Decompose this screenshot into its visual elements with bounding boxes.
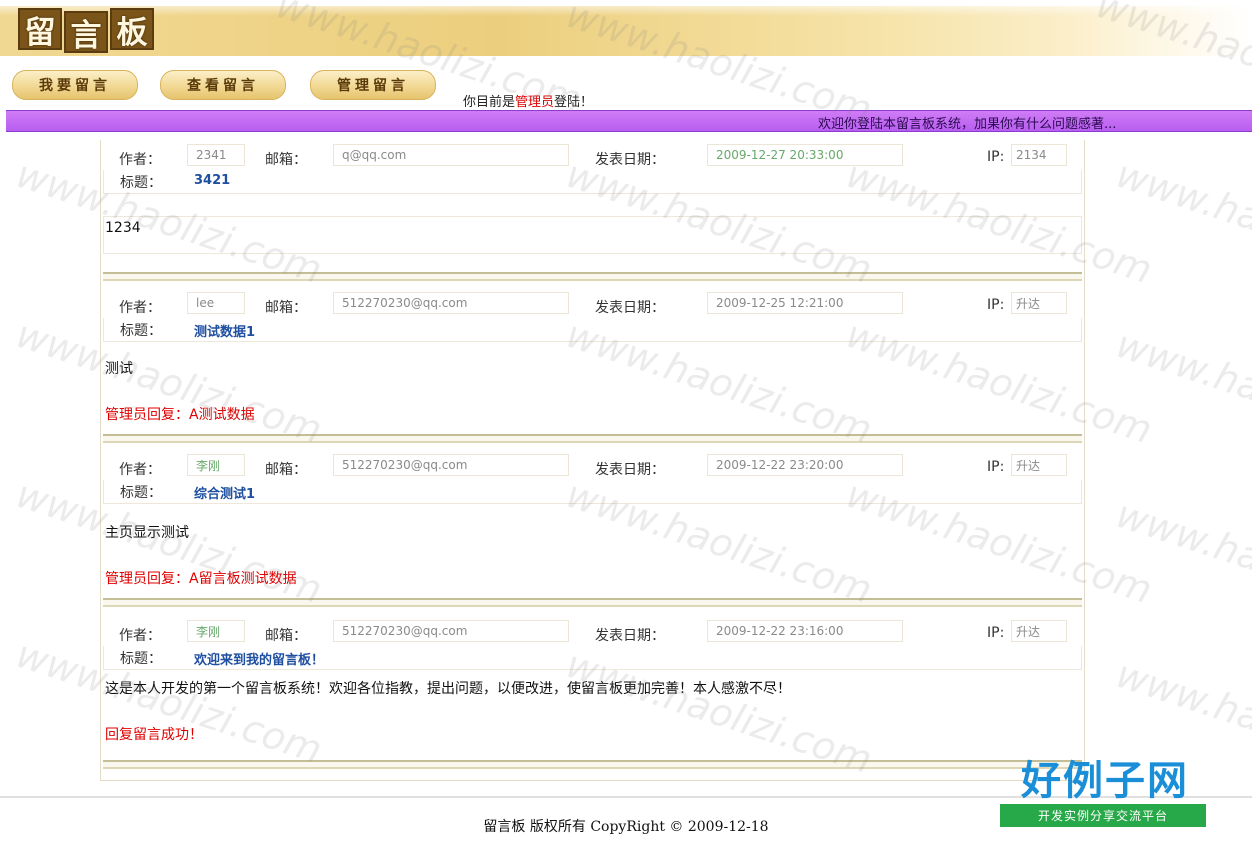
title-label: 标题： [120, 485, 162, 501]
ip-label: IP: [987, 149, 1005, 165]
message-divider [103, 272, 1082, 281]
email-label: 邮箱： [265, 300, 307, 316]
author-label: 作者： [119, 462, 161, 478]
title-label: 标题： [120, 651, 162, 667]
login-role: 管理员 [515, 95, 555, 110]
author-value: lee [187, 292, 245, 314]
title-label: 标题： [120, 175, 162, 191]
message-title: 测试数据1 [194, 325, 256, 340]
message-content: 这是本人开发的第一个留言板系统！欢迎各位指教，提出问题，以便改进，使留言板更加完… [105, 681, 791, 697]
content-box [103, 216, 1082, 254]
email-label: 邮箱： [265, 462, 307, 478]
email-value: 512270230@qq.com [333, 620, 569, 642]
author-value: 李刚 [187, 620, 245, 642]
title-label: 标题： [120, 323, 162, 339]
date-value: 2009-12-25 12:21:00 [707, 292, 903, 314]
admin-reply: 管理员回复：A测试数据 [105, 407, 255, 423]
login-status: 你目前是管理员登陆！ [463, 91, 593, 110]
logo-char: 言 [64, 11, 108, 54]
title-row: 标题： 3421 [103, 170, 1082, 194]
brand-tagline: 开发实例分享交流平台 [1000, 804, 1206, 827]
message-content: 测试 [105, 361, 133, 377]
welcome-marquee: 欢迎你登陆本留言板系统，加果你有什么问题感著... [6, 110, 1252, 132]
message-meta-row: 作者： lee 邮箱： 512270230@qq.com 发表日期： 2009-… [103, 288, 1082, 318]
date-label: 发表日期： [595, 152, 665, 168]
brand-name: 好例子网 [1021, 758, 1189, 804]
email-value: 512270230@qq.com [333, 454, 569, 476]
ip-label: IP: [987, 297, 1005, 313]
nav-view-messages-button[interactable]: 查看留言 [160, 70, 286, 100]
message-divider [103, 434, 1082, 443]
login-prefix: 你目前是 [463, 95, 516, 110]
logo-char: 留 [18, 8, 62, 51]
ip-value: 升达 [1011, 292, 1067, 314]
watermark: www.haolizi.com [1110, 491, 1252, 633]
message-content: 主页显示测试 [105, 525, 189, 541]
marquee-text: 欢迎你登陆本留言板系统，加果你有什么问题感著... [818, 117, 1117, 132]
title-row: 标题： 测试数据1 [103, 318, 1082, 342]
nav-write-message-button[interactable]: 我要留言 [12, 70, 138, 100]
watermark: www.haolizi.com [1110, 321, 1252, 463]
email-label: 邮箱： [265, 152, 307, 168]
message-meta-row: 作者： 李刚 邮箱： 512270230@qq.com 发表日期： 2009-1… [103, 450, 1082, 480]
site-logo: 留 言 板 [18, 8, 154, 54]
ip-label: IP: [987, 625, 1005, 641]
ip-value: 2134 [1011, 144, 1067, 166]
message-list: 作者： 2341 邮箱： q@qq.com 发表日期： 2009-12-27 2… [100, 140, 1085, 781]
nav-manage-messages-button[interactable]: 管理留言 [310, 70, 436, 100]
watermark: www.haolizi.com [1110, 151, 1252, 293]
login-suffix: 登陆！ [554, 95, 594, 110]
message-divider [103, 760, 1082, 769]
date-label: 发表日期： [595, 628, 665, 644]
message-content: 1234 [105, 220, 141, 236]
author-label: 作者： [119, 152, 161, 168]
message-title: 欢迎来到我的留言板！ [194, 653, 325, 668]
message-meta-row: 作者： 2341 邮箱： q@qq.com 发表日期： 2009-12-27 2… [103, 140, 1082, 170]
email-label: 邮箱： [265, 628, 307, 644]
date-value: 2009-12-22 23:16:00 [707, 620, 903, 642]
author-value: 李刚 [187, 454, 245, 476]
date-label: 发表日期： [595, 300, 665, 316]
message-title: 3421 [194, 173, 231, 188]
logo-char: 板 [110, 8, 154, 51]
message-divider [103, 598, 1082, 607]
title-row: 标题： 欢迎来到我的留言板！ [103, 646, 1082, 670]
author-label: 作者： [119, 628, 161, 644]
title-row: 标题： 综合测试1 [103, 480, 1082, 504]
date-value: 2009-12-27 20:33:00 [707, 144, 903, 166]
author-label: 作者： [119, 300, 161, 316]
date-value: 2009-12-22 23:20:00 [707, 454, 903, 476]
email-value: q@qq.com [333, 144, 569, 166]
author-value: 2341 [187, 144, 245, 166]
brand-watermark: 好例子网 开发实例分享交流平台 [1000, 758, 1210, 827]
message-title: 综合测试1 [194, 487, 256, 502]
admin-reply: 回复留言成功！ [105, 727, 203, 743]
ip-label: IP: [987, 459, 1005, 475]
ip-value: 升达 [1011, 454, 1067, 476]
admin-reply: 管理员回复：A留言板测试数据 [105, 571, 297, 587]
message-meta-row: 作者： 李刚 邮箱： 512270230@qq.com 发表日期： 2009-1… [103, 616, 1082, 646]
header-banner [0, 6, 1252, 56]
email-value: 512270230@qq.com [333, 292, 569, 314]
ip-value: 升达 [1011, 620, 1067, 642]
date-label: 发表日期： [595, 462, 665, 478]
